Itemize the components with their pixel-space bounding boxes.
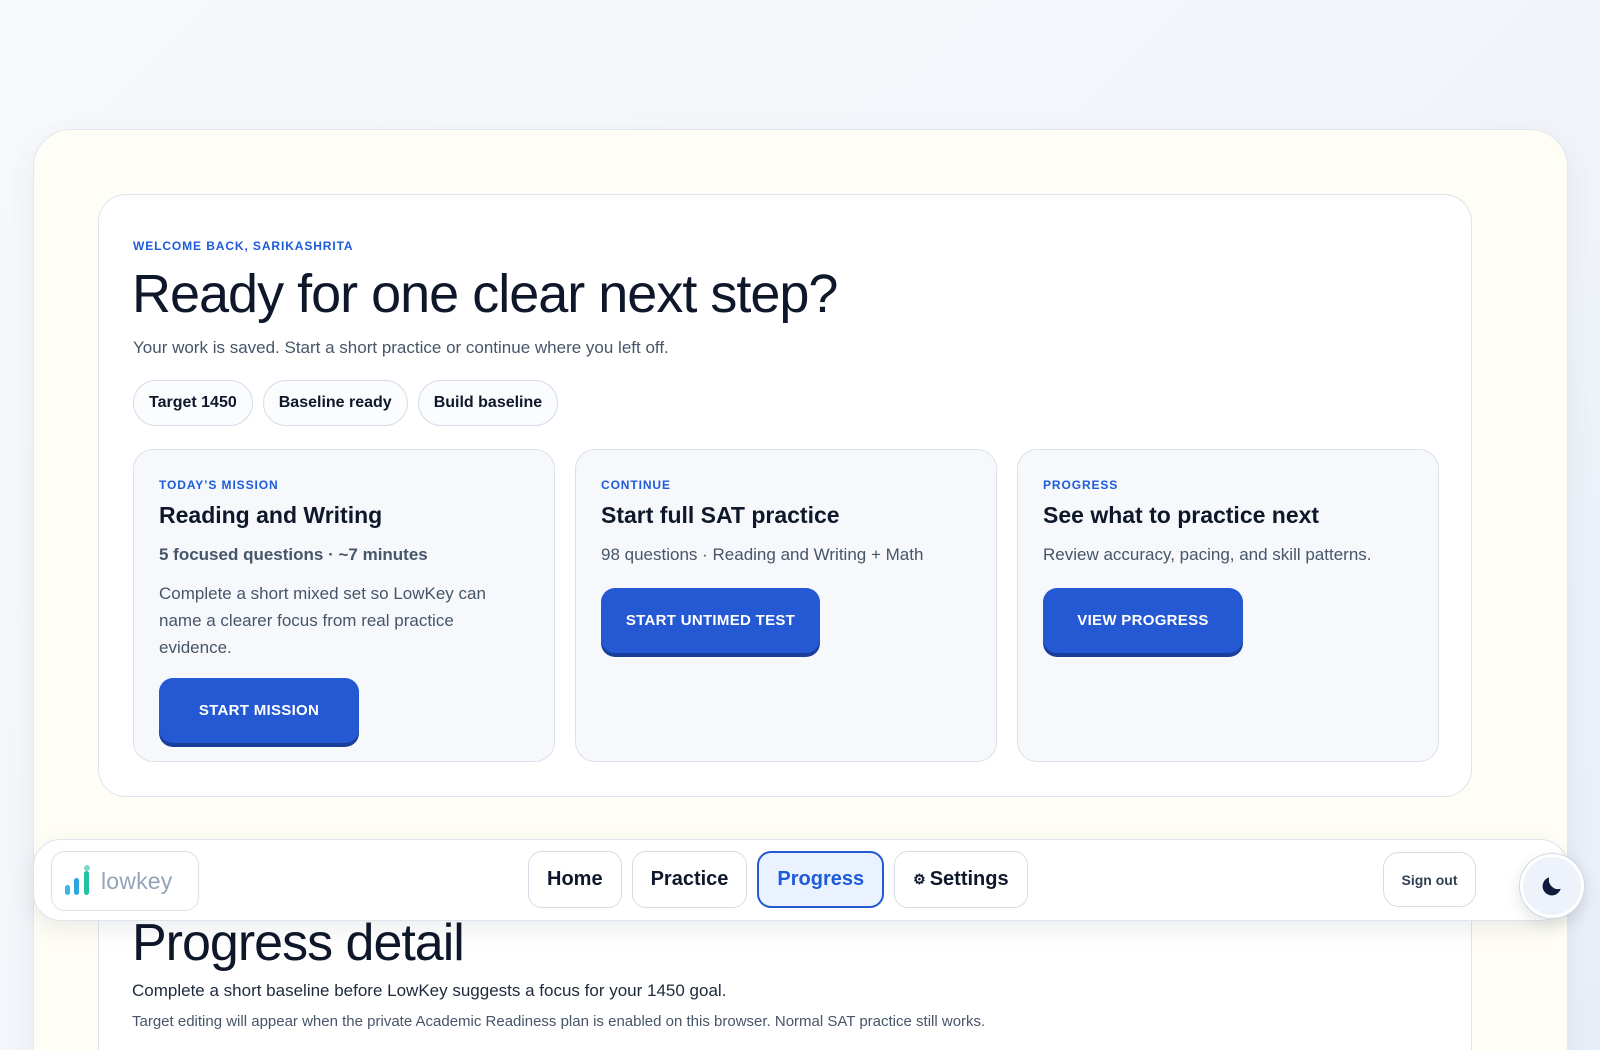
- start-mission-button[interactable]: START MISSION: [159, 678, 359, 743]
- hero-subtitle: Your work is saved. Start a short practi…: [133, 338, 669, 357]
- tab-practice[interactable]: Practice: [631, 851, 748, 908]
- progress-summary: Complete a short baseline before LowKey …: [132, 981, 727, 1000]
- status-chips: Target 1450 Baseline ready Build baselin…: [133, 380, 559, 426]
- card-meta: Review accuracy, pacing, and skill patte…: [1043, 545, 1372, 564]
- view-progress-button[interactable]: VIEW PROGRESS: [1043, 588, 1243, 653]
- card-description: Complete a short mixed set so LowKey can…: [159, 584, 486, 657]
- sign-out-button[interactable]: Sign out: [1383, 852, 1476, 907]
- card-eyebrow: PROGRESS: [1043, 478, 1119, 492]
- card-eyebrow: CONTINUE: [601, 478, 671, 492]
- progress-note: Target editing will appear when the priv…: [132, 1013, 986, 1030]
- progress-card: PROGRESS See what to practice next Revie…: [1017, 449, 1439, 762]
- start-untimed-test-button[interactable]: START UNTIMED TEST: [601, 588, 820, 653]
- tab-label: Progress: [777, 868, 865, 890]
- logo-bars-icon: [64, 865, 94, 897]
- moon-icon: [1542, 877, 1561, 896]
- mission-card: TODAY’S MISSION Reading and Writing 5 fo…: [133, 449, 555, 762]
- tab-home[interactable]: Home: [528, 851, 622, 908]
- nav-tabs: Home Practice Progress ⚙ Settings: [528, 851, 1028, 908]
- card-title: See what to practice next: [1043, 502, 1320, 528]
- page-title: Ready for one clear next step?: [132, 264, 838, 324]
- card-title: Start full SAT practice: [601, 502, 840, 528]
- tab-progress[interactable]: Progress: [757, 851, 885, 908]
- action-cards: TODAY’S MISSION Reading and Writing 5 fo…: [133, 449, 1439, 762]
- card-title: Reading and Writing: [159, 502, 383, 528]
- card-eyebrow: TODAY’S MISSION: [159, 478, 279, 492]
- tab-label: Settings: [929, 868, 1009, 890]
- baseline-ready-chip: Baseline ready: [262, 380, 408, 426]
- theme-toggle-button[interactable]: [1520, 854, 1584, 918]
- tab-settings[interactable]: ⚙ Settings: [894, 851, 1028, 908]
- progress-title: Progress detail: [132, 914, 465, 972]
- gear-icon: ⚙: [913, 871, 926, 887]
- card-meta: 98 questions · Reading and Writing + Mat…: [601, 545, 924, 564]
- tab-label: Home: [547, 868, 603, 890]
- target-chip: Target 1450: [133, 380, 253, 426]
- tab-label: Practice: [650, 868, 729, 890]
- card-meta: 5 focused questions · ~7 minutes: [159, 545, 428, 564]
- logo-text: lowkey: [101, 867, 173, 894]
- welcome-hero: WELCOME BACK, SARIKASHRITA Ready for one…: [98, 194, 1472, 797]
- continue-card: CONTINUE Start full SAT practice 98 ques…: [575, 449, 997, 762]
- welcome-eyebrow: WELCOME BACK, SARIKASHRITA: [133, 239, 354, 253]
- build-baseline-chip: Build baseline: [417, 380, 559, 426]
- lowkey-logo[interactable]: lowkey: [51, 851, 199, 911]
- bottom-navbar: lowkey Home Practice Progress ⚙ Settings…: [33, 839, 1568, 921]
